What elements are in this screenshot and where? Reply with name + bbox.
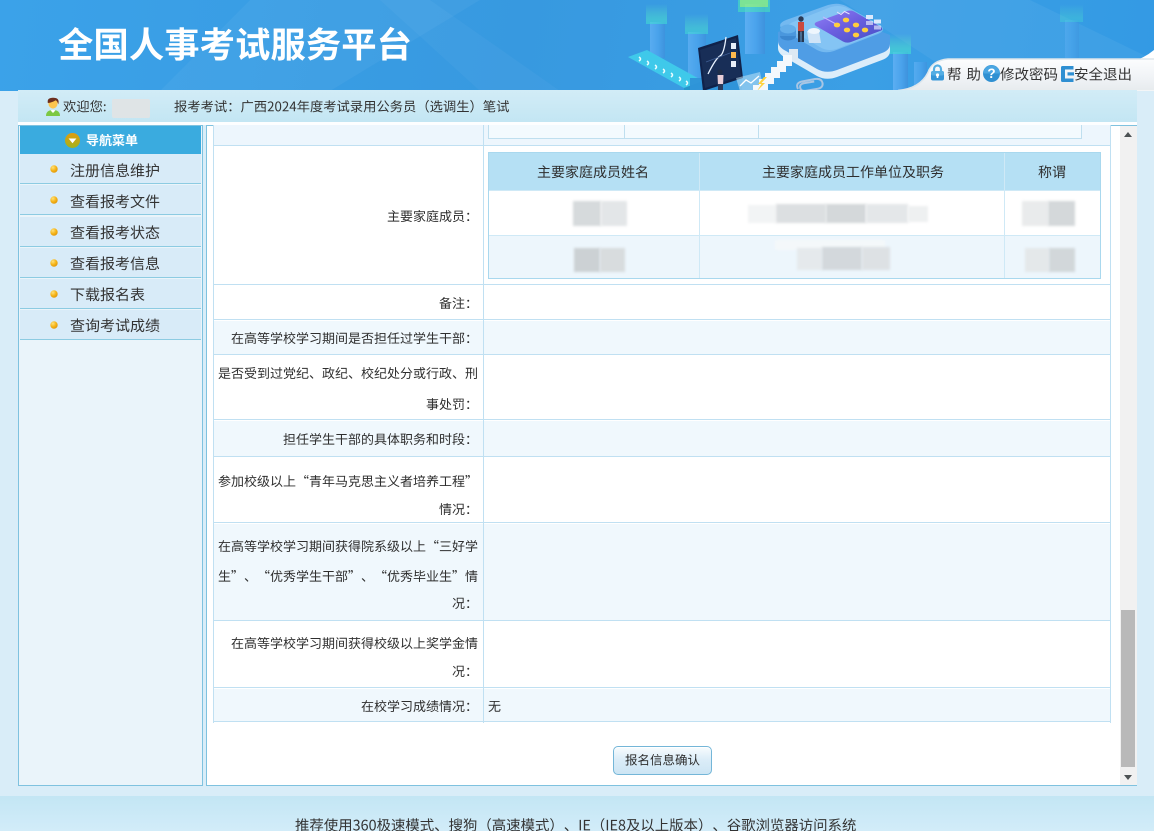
svg-text:?: ? [987,66,995,81]
